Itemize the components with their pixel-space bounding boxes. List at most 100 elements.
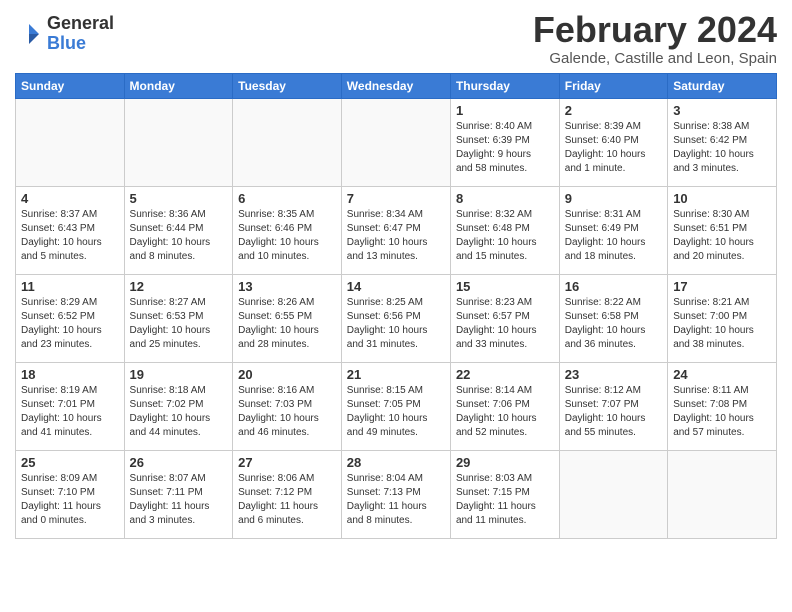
day-info: Sunrise: 8:16 AM Sunset: 7:03 PM Dayligh… (238, 384, 336, 440)
day-info: Sunrise: 8:12 AM Sunset: 7:07 PM Dayligh… (565, 384, 662, 440)
day-number: 5 (130, 191, 228, 206)
day-info: Sunrise: 8:03 AM Sunset: 7:15 PM Dayligh… (456, 472, 554, 528)
calendar-cell (559, 450, 667, 538)
calendar-cell: 28 Sunrise: 8:04 AM Sunset: 7:13 PM Dayli… (341, 450, 450, 538)
day-number: 6 (238, 191, 336, 206)
day-number: 12 (130, 279, 228, 294)
day-number: 20 (238, 367, 336, 382)
day-info: Sunrise: 8:27 AM Sunset: 6:53 PM Dayligh… (130, 296, 228, 352)
calendar-cell: 8 Sunrise: 8:32 AM Sunset: 6:48 PM Daylig… (450, 186, 559, 274)
calendar-cell: 5 Sunrise: 8:36 AM Sunset: 6:44 PM Daylig… (124, 186, 233, 274)
day-info: Sunrise: 8:14 AM Sunset: 7:06 PM Dayligh… (456, 384, 554, 440)
header-monday: Monday (124, 73, 233, 98)
day-number: 9 (565, 191, 662, 206)
day-info: Sunrise: 8:36 AM Sunset: 6:44 PM Dayligh… (130, 208, 228, 264)
day-info: Sunrise: 8:35 AM Sunset: 6:46 PM Dayligh… (238, 208, 336, 264)
calendar-cell (16, 98, 125, 186)
day-info: Sunrise: 8:29 AM Sunset: 6:52 PM Dayligh… (21, 296, 119, 352)
week-row-2: 11 Sunrise: 8:29 AM Sunset: 6:52 PM Dayli… (16, 274, 777, 362)
logo-blue: Blue (47, 34, 114, 54)
calendar-cell: 4 Sunrise: 8:37 AM Sunset: 6:43 PM Daylig… (16, 186, 125, 274)
day-number: 18 (21, 367, 119, 382)
day-info: Sunrise: 8:04 AM Sunset: 7:13 PM Dayligh… (347, 472, 445, 528)
calendar-cell: 23Sunrise: 8:12 AM Sunset: 7:07 PM Dayli… (559, 362, 667, 450)
calendar-cell: 9 Sunrise: 8:31 AM Sunset: 6:49 PM Daylig… (559, 186, 667, 274)
day-info: Sunrise: 8:15 AM Sunset: 7:05 PM Dayligh… (347, 384, 445, 440)
calendar-cell: 6 Sunrise: 8:35 AM Sunset: 6:46 PM Daylig… (233, 186, 342, 274)
day-info: Sunrise: 8:11 AM Sunset: 7:08 PM Dayligh… (673, 384, 771, 440)
header-thursday: Thursday (450, 73, 559, 98)
day-number: 10 (673, 191, 771, 206)
header-saturday: Saturday (668, 73, 777, 98)
day-number: 25 (21, 455, 119, 470)
day-number: 27 (238, 455, 336, 470)
calendar-cell: 19 Sunrise: 8:18 AM Sunset: 7:02 PM Dayli… (124, 362, 233, 450)
day-info: Sunrise: 8:07 AM Sunset: 7:11 PM Dayligh… (130, 472, 228, 528)
day-number: 26 (130, 455, 228, 470)
day-info: Sunrise: 8:40 AM Sunset: 6:39 PM Dayligh… (456, 120, 554, 176)
week-row-0: 1 Sunrise: 8:40 AM Sunset: 6:39 PM Daylig… (16, 98, 777, 186)
header-friday: Friday (559, 73, 667, 98)
day-info: Sunrise: 8:37 AM Sunset: 6:43 PM Dayligh… (21, 208, 119, 264)
title-block: February 2024 Galende, Castille and Leon… (533, 10, 777, 67)
day-info: Sunrise: 8:26 AM Sunset: 6:55 PM Dayligh… (238, 296, 336, 352)
day-number: 28 (347, 455, 445, 470)
calendar-cell: 3Sunrise: 8:38 AM Sunset: 6:42 PM Daylig… (668, 98, 777, 186)
calendar-cell: 17 Sunrise: 8:21 AM Sunset: 7:00 PM Dayli… (668, 274, 777, 362)
page-header: General Blue February 2024 Galende, Cast… (15, 10, 777, 67)
location: Galende, Castille and Leon, Spain (533, 50, 777, 67)
day-number: 11 (21, 279, 119, 294)
day-info: Sunrise: 8:25 AM Sunset: 6:56 PM Dayligh… (347, 296, 445, 352)
calendar-cell: 27 Sunrise: 8:06 AM Sunset: 7:12 PM Dayli… (233, 450, 342, 538)
day-info: Sunrise: 8:21 AM Sunset: 7:00 PM Dayligh… (673, 296, 771, 352)
calendar-cell: 13Sunrise: 8:26 AM Sunset: 6:55 PM Dayli… (233, 274, 342, 362)
calendar: SundayMondayTuesdayWednesdayThursdayFrid… (15, 73, 777, 539)
calendar-cell: 14 Sunrise: 8:25 AM Sunset: 6:56 PM Dayli… (341, 274, 450, 362)
day-number: 1 (456, 103, 554, 118)
day-info: Sunrise: 8:23 AM Sunset: 6:57 PM Dayligh… (456, 296, 554, 352)
calendar-cell: 2 Sunrise: 8:39 AM Sunset: 6:40 PM Daylig… (559, 98, 667, 186)
day-number: 14 (347, 279, 445, 294)
calendar-cell: 22Sunrise: 8:14 AM Sunset: 7:06 PM Dayli… (450, 362, 559, 450)
day-number: 19 (130, 367, 228, 382)
calendar-cell: 24 Sunrise: 8:11 AM Sunset: 7:08 PM Dayli… (668, 362, 777, 450)
day-number: 3 (673, 103, 771, 118)
day-info: Sunrise: 8:06 AM Sunset: 7:12 PM Dayligh… (238, 472, 336, 528)
day-number: 8 (456, 191, 554, 206)
month-title: February 2024 (533, 10, 777, 50)
calendar-cell: 12 Sunrise: 8:27 AM Sunset: 6:53 PM Dayli… (124, 274, 233, 362)
header-wednesday: Wednesday (341, 73, 450, 98)
calendar-cell: 15Sunrise: 8:23 AM Sunset: 6:57 PM Dayli… (450, 274, 559, 362)
logo: General Blue (15, 14, 114, 54)
calendar-cell: 16Sunrise: 8:22 AM Sunset: 6:58 PM Dayli… (559, 274, 667, 362)
calendar-cell: 25Sunrise: 8:09 AM Sunset: 7:10 PM Dayli… (16, 450, 125, 538)
day-number: 24 (673, 367, 771, 382)
calendar-cell (233, 98, 342, 186)
calendar-cell: 21Sunrise: 8:15 AM Sunset: 7:05 PM Dayli… (341, 362, 450, 450)
calendar-cell: 10 Sunrise: 8:30 AM Sunset: 6:51 PM Dayli… (668, 186, 777, 274)
calendar-header-row: SundayMondayTuesdayWednesdayThursdayFrid… (16, 73, 777, 98)
calendar-cell (668, 450, 777, 538)
day-info: Sunrise: 8:30 AM Sunset: 6:51 PM Dayligh… (673, 208, 771, 264)
calendar-cell: 7 Sunrise: 8:34 AM Sunset: 6:47 PM Daylig… (341, 186, 450, 274)
day-info: Sunrise: 8:34 AM Sunset: 6:47 PM Dayligh… (347, 208, 445, 264)
calendar-cell: 11 Sunrise: 8:29 AM Sunset: 6:52 PM Dayli… (16, 274, 125, 362)
logo-general: General (47, 14, 114, 34)
day-info: Sunrise: 8:31 AM Sunset: 6:49 PM Dayligh… (565, 208, 662, 264)
calendar-cell: 18 Sunrise: 8:19 AM Sunset: 7:01 PM Dayli… (16, 362, 125, 450)
day-info: Sunrise: 8:32 AM Sunset: 6:48 PM Dayligh… (456, 208, 554, 264)
calendar-cell (124, 98, 233, 186)
week-row-3: 18 Sunrise: 8:19 AM Sunset: 7:01 PM Dayli… (16, 362, 777, 450)
day-info: Sunrise: 8:19 AM Sunset: 7:01 PM Dayligh… (21, 384, 119, 440)
week-row-4: 25Sunrise: 8:09 AM Sunset: 7:10 PM Dayli… (16, 450, 777, 538)
day-number: 17 (673, 279, 771, 294)
calendar-cell: 20 Sunrise: 8:16 AM Sunset: 7:03 PM Dayli… (233, 362, 342, 450)
week-row-1: 4 Sunrise: 8:37 AM Sunset: 6:43 PM Daylig… (16, 186, 777, 274)
calendar-cell: 26 Sunrise: 8:07 AM Sunset: 7:11 PM Dayli… (124, 450, 233, 538)
header-sunday: Sunday (16, 73, 125, 98)
day-info: Sunrise: 8:39 AM Sunset: 6:40 PM Dayligh… (565, 120, 662, 176)
day-number: 4 (21, 191, 119, 206)
day-number: 2 (565, 103, 662, 118)
day-info: Sunrise: 8:18 AM Sunset: 7:02 PM Dayligh… (130, 384, 228, 440)
day-number: 7 (347, 191, 445, 206)
